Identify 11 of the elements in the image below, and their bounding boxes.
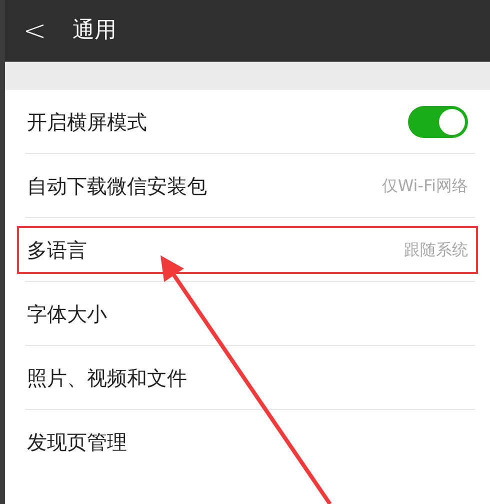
- back-button[interactable]: <: [23, 10, 46, 52]
- setting-label[interactable]: 多语言: [27, 235, 87, 265]
- page-title: 通用: [72, 17, 116, 45]
- setting-label[interactable]: 照片、视频和文件: [27, 363, 187, 393]
- setting-label[interactable]: 自动下载微信安装包: [27, 171, 207, 201]
- setting-value: 仅Wi-Fi网络: [382, 175, 468, 197]
- toggle-switch[interactable]: [408, 106, 468, 138]
- setting-label[interactable]: 字体大小: [27, 299, 107, 329]
- setting-label[interactable]: 开启横屏模式: [27, 107, 147, 137]
- setting-label[interactable]: 发现页管理: [27, 427, 127, 457]
- setting-value: 跟随系统: [404, 239, 468, 261]
